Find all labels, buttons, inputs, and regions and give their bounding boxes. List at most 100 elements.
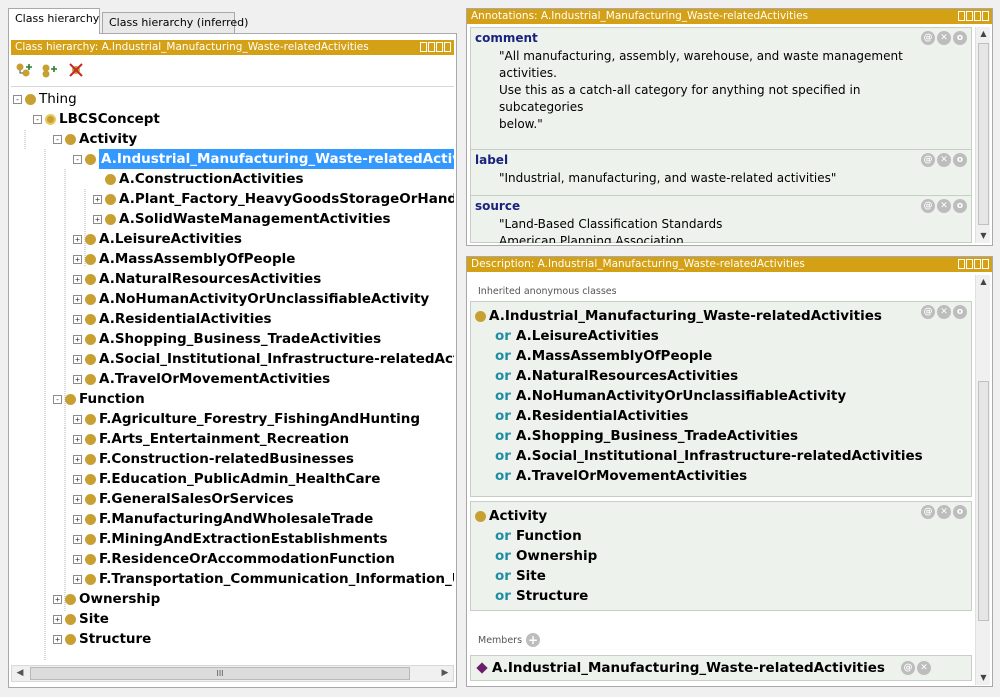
annotate-icon[interactable]: @ (921, 199, 935, 213)
annotation-property[interactable]: source (475, 199, 520, 213)
annotate-icon[interactable]: @ (921, 31, 935, 45)
annotation-label[interactable]: label "Industrial, manufacturing, and wa… (471, 150, 971, 196)
scroll-thumb[interactable] (978, 381, 989, 621)
annotation-property[interactable]: comment (475, 31, 538, 45)
edit-icon[interactable]: o (953, 153, 967, 167)
inherited-class-block[interactable]: @ ✕ o A.Industrial_Manufacturing_Waste-r… (470, 301, 972, 497)
scroll-down-arrow-icon[interactable]: ▼ (976, 671, 991, 685)
tree-node-label[interactable]: LBCSConcept (59, 109, 160, 129)
tree-node[interactable]: + Site (53, 609, 109, 629)
view-window-buttons[interactable] (958, 11, 989, 22)
tree-node-label[interactable]: A.Industrial_Manufacturing_Waste-related… (99, 149, 454, 169)
delete-icon[interactable]: ✕ (937, 505, 951, 519)
tree-node[interactable]: + F.ManufacturingAndWholesaleTrade (73, 509, 373, 529)
class-name[interactable]: A.Shopping_Business_TradeActivities (516, 426, 798, 446)
annotation-comment[interactable]: comment "All manufacturing, assembly, wa… (471, 28, 971, 150)
tree-horizontal-scrollbar[interactable]: ◀ III ▶ (11, 665, 454, 682)
tree-node[interactable]: + A.Social_Institutional_Infrastructure-r… (73, 349, 454, 369)
member-block[interactable]: A.Industrial_Manufacturing_Waste-related… (470, 655, 972, 681)
class-name[interactable]: Function (516, 526, 582, 546)
view-maximize-icon[interactable] (436, 42, 443, 52)
expand-icon[interactable]: + (73, 534, 82, 544)
class-name[interactable]: A.MassAssemblyOfPeople (516, 346, 712, 366)
expand-icon[interactable]: + (93, 194, 102, 204)
tree-node[interactable]: - LBCSConcept (33, 109, 160, 129)
class-name[interactable]: A.Industrial_Manufacturing_Waste-related… (489, 306, 882, 326)
scroll-up-arrow-icon[interactable]: ▲ (976, 27, 991, 41)
expand-icon[interactable]: + (73, 334, 82, 344)
view-maximize-icon[interactable] (974, 11, 981, 21)
tree-node[interactable]: + F.Transportation_Communication_Informat… (73, 569, 454, 589)
delete-icon[interactable]: ✕ (937, 31, 951, 45)
view-pin-icon[interactable] (420, 42, 427, 52)
annotation-property[interactable]: label (475, 153, 508, 167)
view-maximize-icon[interactable] (974, 259, 981, 269)
tree-node[interactable]: A.ConstructionActivities (93, 169, 304, 189)
tree-node[interactable]: - Activity (53, 129, 137, 149)
view-minimize-icon[interactable] (428, 42, 435, 52)
tree-node[interactable]: + A.LeisureActivities (73, 229, 242, 249)
class-name[interactable]: Ownership (516, 546, 597, 566)
expand-icon[interactable]: + (73, 354, 82, 364)
tree-node[interactable]: + F.Agriculture_Forestry_FishingAndHuntin… (73, 409, 420, 429)
expand-icon[interactable]: + (73, 234, 82, 244)
tree-node[interactable]: + A.Plant_Factory_HeavyGoodsStorageOrHand… (93, 189, 454, 209)
annotate-icon[interactable]: @ (921, 305, 935, 319)
tree-node-label[interactable]: A.MassAssemblyOfPeople (99, 249, 295, 269)
tree-node-label[interactable]: F.Agriculture_Forestry_FishingAndHunting (99, 409, 420, 429)
add-subclass-icon[interactable] (15, 62, 33, 78)
tree-node[interactable]: - Thing (13, 89, 77, 109)
delete-class-icon[interactable] (67, 62, 85, 78)
view-close-icon[interactable] (444, 42, 451, 52)
view-window-buttons[interactable] (420, 42, 451, 53)
tab-class-hierarchy-inferred[interactable]: Class hierarchy (inferred) (102, 12, 248, 34)
expand-icon[interactable]: + (73, 414, 82, 424)
tree-node[interactable]: + F.ResidenceOrAccommodationFunction (73, 549, 395, 569)
expand-icon[interactable]: + (53, 614, 62, 624)
scroll-right-arrow-icon[interactable]: ▶ (437, 666, 453, 681)
expand-icon[interactable]: + (73, 274, 82, 284)
expand-icon[interactable]: + (53, 634, 62, 644)
annotate-icon[interactable]: @ (921, 505, 935, 519)
delete-icon[interactable]: ✕ (917, 661, 931, 675)
class-tree[interactable]: - Thing - LBCSConcept - Activity - A.Industrial… (11, 86, 454, 660)
tree-node[interactable]: + A.NoHumanActivityOrUnclassifiableActivi… (73, 289, 429, 309)
tree-node-selected[interactable]: - A.Industrial_Manufacturing_Waste-relate… (73, 149, 454, 169)
expand-icon[interactable]: + (73, 474, 82, 484)
add-sibling-class-icon[interactable] (41, 62, 59, 78)
tree-node[interactable]: + F.Education_PublicAdmin_HealthCare (73, 469, 380, 489)
tree-node[interactable]: + A.Shopping_Business_TradeActivities (73, 329, 381, 349)
view-pin-icon[interactable] (958, 259, 965, 269)
tree-node-label[interactable]: Thing (39, 89, 77, 109)
view-close-icon[interactable] (982, 11, 989, 21)
tree-node-label[interactable]: A.Shopping_Business_TradeActivities (99, 329, 381, 349)
tree-node-label[interactable]: Function (79, 389, 145, 409)
expand-icon[interactable]: + (53, 594, 62, 604)
tree-node-label[interactable]: F.ResidenceOrAccommodationFunction (99, 549, 395, 569)
class-name[interactable]: A.Social_Institutional_Infrastructure-re… (516, 446, 923, 466)
expand-icon[interactable]: + (73, 294, 82, 304)
edit-icon[interactable]: o (953, 31, 967, 45)
annotate-icon[interactable]: @ (901, 661, 915, 675)
edit-icon[interactable]: o (953, 305, 967, 319)
tree-node-label[interactable]: Structure (79, 629, 151, 649)
scroll-up-arrow-icon[interactable]: ▲ (976, 275, 991, 289)
tree-node-label[interactable]: Ownership (79, 589, 160, 609)
view-window-buttons[interactable] (958, 259, 989, 270)
collapse-icon[interactable]: - (33, 114, 42, 124)
tree-node-label[interactable]: F.GeneralSalesOrServices (99, 489, 294, 509)
tree-node[interactable]: + A.MassAssemblyOfPeople (73, 249, 295, 269)
expand-icon[interactable]: + (73, 514, 82, 524)
tree-node[interactable]: + F.GeneralSalesOrServices (73, 489, 294, 509)
annotations-vertical-scrollbar[interactable]: ▲ ▼ (975, 27, 990, 243)
tree-node-label[interactable]: F.Construction-relatedBusinesses (99, 449, 354, 469)
tree-node[interactable]: + A.NaturalResourcesActivities (73, 269, 321, 289)
tree-node-label[interactable]: A.NaturalResourcesActivities (99, 269, 321, 289)
view-minimize-icon[interactable] (966, 11, 973, 21)
delete-icon[interactable]: ✕ (937, 199, 951, 213)
tree-node[interactable]: + Ownership (53, 589, 160, 609)
tree-node[interactable]: + A.SolidWasteManagementActivities (93, 209, 391, 229)
tree-node-label[interactable]: A.NoHumanActivityOrUnclassifiableActivit… (99, 289, 429, 309)
view-close-icon[interactable] (982, 259, 989, 269)
tree-node-label[interactable]: F.Transportation_Communication_Informati… (99, 569, 454, 589)
